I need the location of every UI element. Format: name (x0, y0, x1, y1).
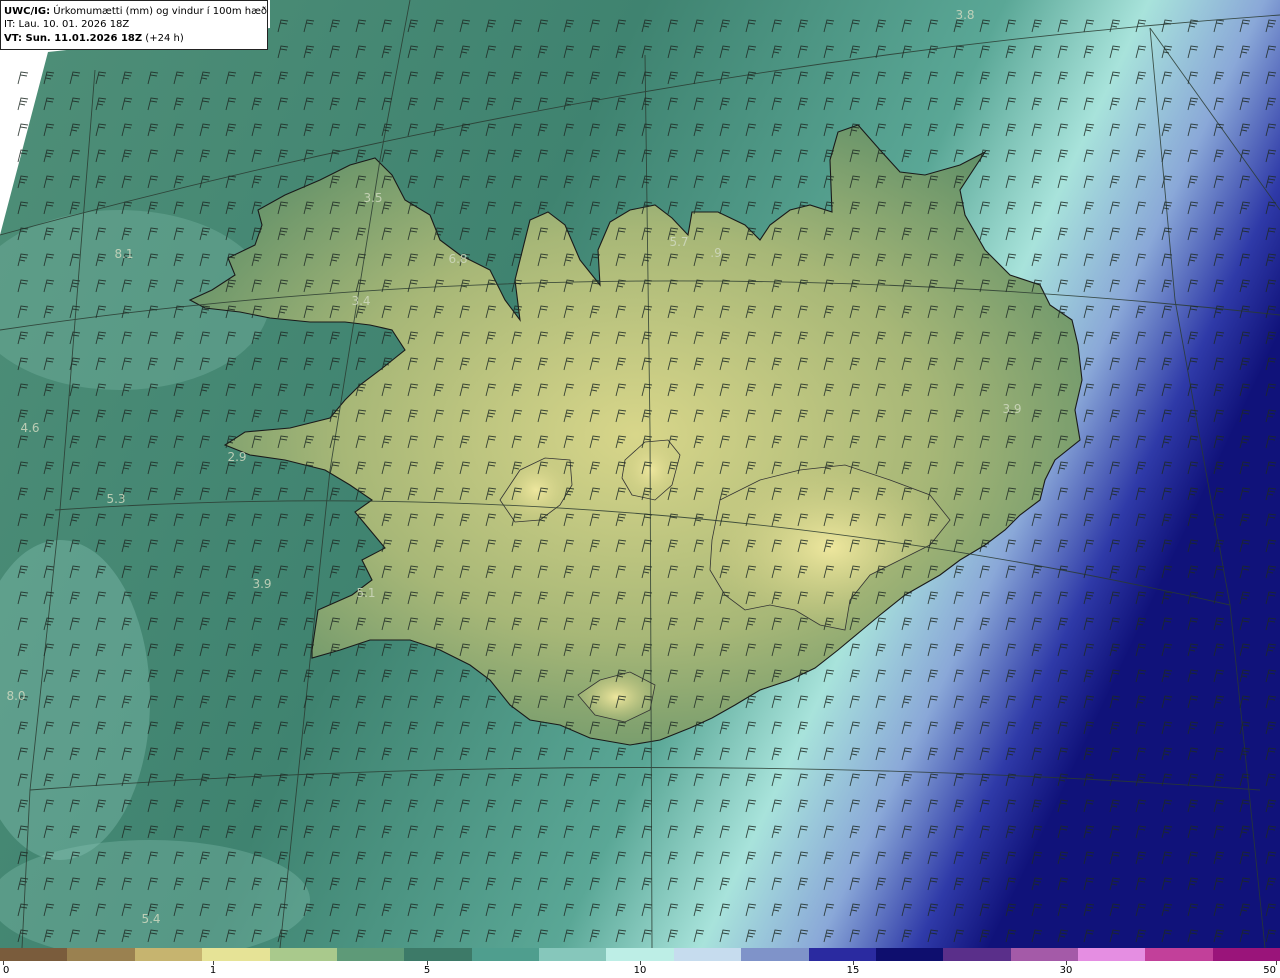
value-label: 4.6 (20, 421, 39, 435)
value-label: 8.1 (114, 247, 133, 261)
value-label: 6.8 (448, 252, 467, 266)
colorbar-segment (808, 948, 876, 961)
colorbar-segment (606, 948, 674, 961)
colorbar-segment (673, 948, 742, 961)
info-box: UWC/IG: Úrkomumætti (mm) og vindur í 100… (0, 0, 268, 50)
forecast-offset: (+24 h) (142, 33, 184, 44)
value-label: 5.7 (669, 235, 688, 249)
value-label: 3.9 (252, 577, 271, 591)
colorbar-tick-label: 1 (209, 965, 217, 976)
chart-title: Úrkomumætti (mm) og vindur í 100m hæð (50, 6, 268, 17)
title-line: UWC/IG: Úrkomumætti (mm) og vindur í 100… (4, 4, 268, 19)
colorbar-segment (1212, 948, 1280, 961)
value-label: .9 (710, 246, 721, 260)
value-label: 8.0 (6, 689, 25, 703)
value-label: 5.4 (141, 912, 160, 926)
colorbar-tick-label: 5 (423, 965, 431, 976)
valid-time-line: VT: Sun. 11.01.2026 18Z (+24 h) (4, 31, 264, 46)
colorbar-segment (0, 948, 68, 961)
value-label: 3.5 (363, 191, 382, 205)
colorbar-segment (202, 948, 270, 961)
value-label: 5.3 (106, 492, 125, 506)
colorbar-segment (336, 948, 405, 961)
colorbar-segment (404, 948, 472, 961)
colorbar-segment (134, 948, 203, 961)
colorbar-segment (1010, 948, 1078, 961)
colorbar-segment (269, 948, 337, 961)
colorbar-segment (741, 948, 809, 961)
colorbar-segment (943, 948, 1011, 961)
value-label: 3.4 (351, 294, 370, 308)
weather-map: 3.8 3.5 5.7 .9 8.1 6.8 3.4 4.6 3.9 2.9 5.3 3.9 5.1 8.… (0, 0, 1280, 960)
colorbar-tick-label: 10 (633, 965, 647, 976)
colorbar-segment (471, 948, 539, 961)
value-label: 3.8 (955, 8, 974, 22)
colorbar-segment (67, 948, 135, 961)
value-label: 3.9 (1002, 402, 1021, 416)
colorbar-segment (1145, 948, 1213, 961)
colorbar-tick-label: 50 (1263, 965, 1276, 976)
colorbar-tick-label: 15 (846, 965, 860, 976)
model-label: UWC/IG: (4, 6, 51, 17)
colorbar-segment (539, 948, 607, 961)
valid-time: VT: Sun. 11.01.2026 18Z (4, 33, 143, 44)
initial-time: IT: Lau. 10. 01. 2026 18Z (4, 19, 130, 30)
colorbar: 0 1 5 10 15 30 50 (0, 948, 1280, 978)
colorbar-tick-label: 30 (1059, 965, 1073, 976)
colorbar-segment (1078, 948, 1146, 961)
colorbar-strip (0, 948, 1280, 961)
colorbar-tick (1276, 961, 1277, 965)
value-label: 5.1 (356, 586, 375, 600)
value-label: 2.9 (227, 450, 246, 464)
colorbar-segment (875, 948, 944, 961)
colorbar-tick-label: 0 (3, 965, 10, 976)
